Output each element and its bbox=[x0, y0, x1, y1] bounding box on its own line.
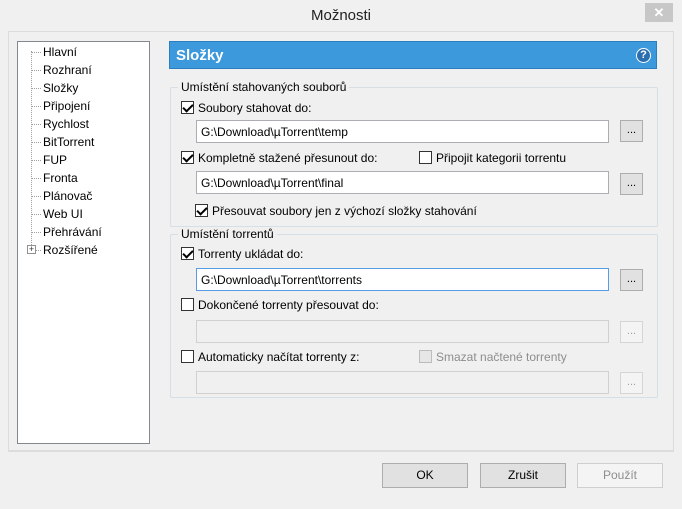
store-torrents-path-field[interactable]: G:\Download\µTorrent\torrents bbox=[196, 268, 609, 291]
page-header: Složky ? bbox=[169, 41, 657, 69]
checkbox-box[interactable] bbox=[419, 151, 432, 164]
title-bar: Možnosti ✕ bbox=[0, 0, 682, 31]
checkbox-box[interactable] bbox=[419, 350, 432, 363]
checkbox-box[interactable] bbox=[181, 298, 194, 311]
move-finished-browse-button[interactable]: ... bbox=[620, 321, 643, 343]
download-to-path-field[interactable]: G:\Download\µTorrent\temp bbox=[196, 120, 609, 143]
tree-item-label: Rychlost bbox=[43, 117, 90, 131]
checkbox-label: Dokončené torrenty přesouvat do: bbox=[198, 298, 379, 312]
torrents-group-legend: Umístění torrentů bbox=[178, 227, 277, 241]
tree-item-label: Rozhraní bbox=[43, 63, 92, 77]
settings-tree[interactable]: Hlavní Rozhraní Složky Připojení Rychlos… bbox=[17, 41, 150, 444]
checkbox-box[interactable] bbox=[181, 247, 194, 260]
tree-item-label: Připojení bbox=[43, 99, 91, 113]
checkbox-label: Kompletně stažené přesunout do: bbox=[198, 151, 378, 165]
tree-item-label: Hlavní bbox=[43, 45, 78, 59]
tree-item-label: Přehrávání bbox=[43, 225, 102, 239]
checkbox-label: Připojit kategorii torrentu bbox=[436, 151, 567, 165]
checkbox-label: Přesouvat soubory jen z výchozí složky s… bbox=[212, 204, 477, 218]
store-torrents-browse-button[interactable]: ... bbox=[620, 269, 643, 291]
tree-item-label: BitTorrent bbox=[43, 135, 95, 149]
window-title: Možnosti bbox=[310, 7, 372, 24]
close-icon: ✕ bbox=[653, 5, 665, 20]
checkbox-box[interactable] bbox=[195, 204, 208, 217]
tree-line bbox=[31, 51, 32, 249]
footer-divider bbox=[8, 451, 674, 452]
tree-item-label: FUP bbox=[43, 153, 67, 167]
checkbox-label: Smazat načtené torrenty bbox=[436, 350, 567, 364]
checkbox-label: Torrenty ukládat do: bbox=[198, 247, 304, 261]
checkbox-box[interactable] bbox=[181, 101, 194, 114]
tree-item-label: Rozšířené bbox=[43, 243, 98, 257]
tree-item-label: Plánovač bbox=[43, 189, 93, 203]
apply-button[interactable]: Použít bbox=[577, 463, 663, 488]
tree-item-label: Složky bbox=[43, 81, 79, 95]
close-button[interactable]: ✕ bbox=[645, 3, 673, 22]
auto-load-browse-button[interactable]: ... bbox=[620, 372, 643, 394]
move-completed-path-field[interactable]: G:\Download\µTorrent\final bbox=[196, 171, 609, 194]
tree-item-label: Web UI bbox=[43, 207, 83, 221]
tree-item-label: Fronta bbox=[43, 171, 78, 185]
checkbox-box[interactable] bbox=[181, 151, 194, 164]
checkbox-box[interactable] bbox=[181, 350, 194, 363]
cancel-button[interactable]: Zrušit bbox=[480, 463, 566, 488]
downloads-group-legend: Umístění stahovaných souborů bbox=[178, 80, 350, 94]
move-completed-browse-button[interactable]: ... bbox=[620, 173, 643, 195]
move-finished-path-field[interactable] bbox=[196, 320, 609, 343]
auto-load-path-field[interactable] bbox=[196, 371, 609, 394]
checkbox-label: Automaticky načítat torrenty z: bbox=[198, 350, 360, 364]
ok-button[interactable]: OK bbox=[382, 463, 468, 488]
checkbox-label: Soubory stahovat do: bbox=[198, 101, 312, 115]
download-to-browse-button[interactable]: ... bbox=[620, 120, 643, 142]
expand-icon[interactable]: + bbox=[27, 245, 36, 254]
page-title: Složky bbox=[176, 47, 224, 64]
help-icon[interactable]: ? bbox=[636, 48, 651, 63]
